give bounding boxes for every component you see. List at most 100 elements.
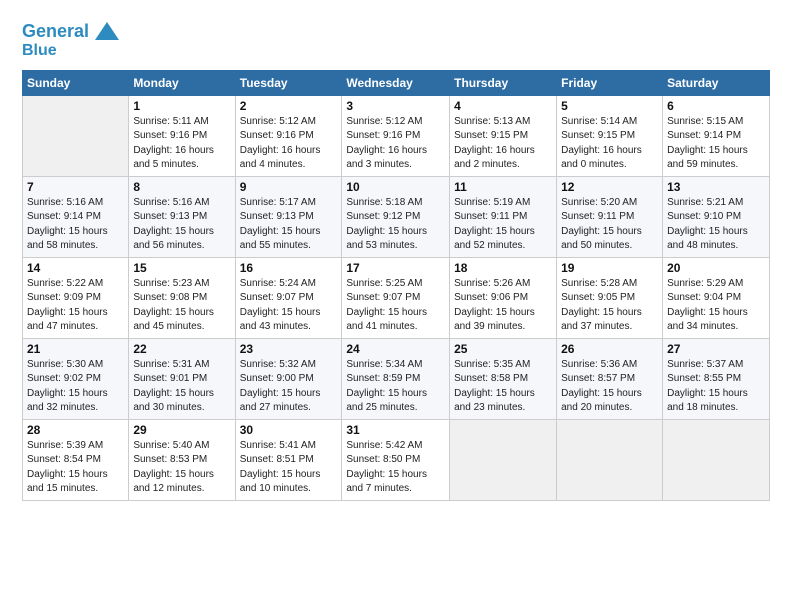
- calendar-cell: 30 Sunrise: 5:41 AMSunset: 8:51 PMDayligh…: [235, 419, 342, 500]
- day-number: 16: [240, 261, 338, 275]
- calendar-cell: 13 Sunrise: 5:21 AMSunset: 9:10 PMDayligh…: [663, 176, 770, 257]
- day-number: 13: [667, 180, 765, 194]
- calendar-cell: 5 Sunrise: 5:14 AMSunset: 9:15 PMDaylight…: [557, 95, 663, 176]
- day-info: Sunrise: 5:28 AMSunset: 9:05 PMDaylight:…: [561, 277, 658, 335]
- header-tuesday: Tuesday: [235, 70, 342, 95]
- calendar-cell: 19 Sunrise: 5:28 AMSunset: 9:05 PMDayligh…: [557, 257, 663, 338]
- calendar-cell: 21 Sunrise: 5:30 AMSunset: 9:02 PMDayligh…: [23, 338, 129, 419]
- day-info: Sunrise: 5:32 AMSunset: 9:00 PMDaylight:…: [240, 358, 338, 416]
- day-number: 5: [561, 99, 658, 113]
- day-info: Sunrise: 5:31 AMSunset: 9:01 PMDaylight:…: [133, 358, 230, 416]
- calendar-cell: 24 Sunrise: 5:34 AMSunset: 8:59 PMDayligh…: [342, 338, 450, 419]
- week-row-5: 28Sunrise: 5:39 AMSunset: 8:54 PMDayligh…: [23, 419, 770, 500]
- calendar-cell: 2 Sunrise: 5:12 AMSunset: 9:16 PMDaylight…: [235, 95, 342, 176]
- day-number: 27: [667, 342, 765, 356]
- day-info: Sunrise: 5:16 AMSunset: 9:14 PMDaylight:…: [27, 196, 124, 254]
- day-info: Sunrise: 5:13 AMSunset: 9:15 PMDaylight:…: [454, 115, 552, 173]
- calendar-table: Sunday Monday Tuesday Wednesday Thursday…: [22, 70, 770, 501]
- calendar-cell: 3Sunrise: 5:12 AMSunset: 9:16 PMDaylight…: [342, 95, 450, 176]
- calendar-cell: 10 Sunrise: 5:18 AMSunset: 9:12 PMDayligh…: [342, 176, 450, 257]
- day-number: 18: [454, 261, 552, 275]
- calendar-cell: 6 Sunrise: 5:15 AMSunset: 9:14 PMDaylight…: [663, 95, 770, 176]
- day-number: 26: [561, 342, 658, 356]
- calendar-cell: 18 Sunrise: 5:26 AMSunset: 9:06 PMDayligh…: [450, 257, 557, 338]
- calendar-cell: 22 Sunrise: 5:31 AMSunset: 9:01 PMDayligh…: [129, 338, 235, 419]
- logo-icon: [93, 18, 121, 46]
- day-info: Sunrise: 5:34 AMSunset: 8:59 PMDaylight:…: [346, 358, 445, 416]
- day-info: Sunrise: 5:14 AMSunset: 9:15 PMDaylight:…: [561, 115, 658, 173]
- calendar-cell: 8 Sunrise: 5:16 AMSunset: 9:13 PMDaylight…: [129, 176, 235, 257]
- day-info: Sunrise: 5:15 AMSunset: 9:14 PMDaylight:…: [667, 115, 765, 173]
- day-number: 20: [667, 261, 765, 275]
- calendar-cell: 17Sunrise: 5:25 AMSunset: 9:07 PMDayligh…: [342, 257, 450, 338]
- day-number: 6: [667, 99, 765, 113]
- header-saturday: Saturday: [663, 70, 770, 95]
- day-info: Sunrise: 5:19 AMSunset: 9:11 PMDaylight:…: [454, 196, 552, 254]
- calendar-cell: 31 Sunrise: 5:42 AMSunset: 8:50 PMDayligh…: [342, 419, 450, 500]
- day-info: Sunrise: 5:18 AMSunset: 9:12 PMDaylight:…: [346, 196, 445, 254]
- header-thursday: Thursday: [450, 70, 557, 95]
- day-number: 23: [240, 342, 338, 356]
- calendar-cell: 29Sunrise: 5:40 AMSunset: 8:53 PMDayligh…: [129, 419, 235, 500]
- header-sunday: Sunday: [23, 70, 129, 95]
- day-info: Sunrise: 5:11 AMSunset: 9:16 PMDaylight:…: [133, 115, 230, 173]
- day-number: 2: [240, 99, 338, 113]
- header-wednesday: Wednesday: [342, 70, 450, 95]
- calendar-cell: 23 Sunrise: 5:32 AMSunset: 9:00 PMDayligh…: [235, 338, 342, 419]
- calendar-cell: [450, 419, 557, 500]
- calendar-cell: [557, 419, 663, 500]
- day-number: 17: [346, 261, 445, 275]
- day-number: 21: [27, 342, 124, 356]
- day-info: Sunrise: 5:23 AMSunset: 9:08 PMDaylight:…: [133, 277, 230, 335]
- day-number: 30: [240, 423, 338, 437]
- day-number: 12: [561, 180, 658, 194]
- calendar-cell: 20 Sunrise: 5:29 AMSunset: 9:04 PMDayligh…: [663, 257, 770, 338]
- calendar-cell: 11 Sunrise: 5:19 AMSunset: 9:11 PMDayligh…: [450, 176, 557, 257]
- day-number: 15: [133, 261, 230, 275]
- calendar-cell: 27Sunrise: 5:37 AMSunset: 8:55 PMDayligh…: [663, 338, 770, 419]
- day-info: Sunrise: 5:21 AMSunset: 9:10 PMDaylight:…: [667, 196, 765, 254]
- weekday-header-row: Sunday Monday Tuesday Wednesday Thursday…: [23, 70, 770, 95]
- day-number: 28: [27, 423, 124, 437]
- week-row-4: 21 Sunrise: 5:30 AMSunset: 9:02 PMDayligh…: [23, 338, 770, 419]
- calendar-cell: 4Sunrise: 5:13 AMSunset: 9:15 PMDaylight…: [450, 95, 557, 176]
- calendar-cell: 15 Sunrise: 5:23 AMSunset: 9:08 PMDayligh…: [129, 257, 235, 338]
- calendar-cell: [663, 419, 770, 500]
- day-number: 7: [27, 180, 124, 194]
- day-info: Sunrise: 5:35 AMSunset: 8:58 PMDaylight:…: [454, 358, 552, 416]
- calendar-cell: 28Sunrise: 5:39 AMSunset: 8:54 PMDayligh…: [23, 419, 129, 500]
- day-info: Sunrise: 5:20 AMSunset: 9:11 PMDaylight:…: [561, 196, 658, 254]
- logo-text: General: [22, 22, 89, 42]
- day-info: Sunrise: 5:16 AMSunset: 9:13 PMDaylight:…: [133, 196, 230, 254]
- day-info: Sunrise: 5:12 AMSunset: 9:16 PMDaylight:…: [240, 115, 338, 173]
- day-info: Sunrise: 5:42 AMSunset: 8:50 PMDaylight:…: [346, 439, 445, 497]
- day-number: 24: [346, 342, 445, 356]
- day-number: 1: [133, 99, 230, 113]
- day-number: 9: [240, 180, 338, 194]
- day-info: Sunrise: 5:36 AMSunset: 8:57 PMDaylight:…: [561, 358, 658, 416]
- day-number: 11: [454, 180, 552, 194]
- day-info: Sunrise: 5:40 AMSunset: 8:53 PMDaylight:…: [133, 439, 230, 497]
- day-number: 10: [346, 180, 445, 194]
- day-number: 19: [561, 261, 658, 275]
- logo: General Blue: [22, 18, 121, 60]
- day-number: 31: [346, 423, 445, 437]
- week-row-1: 1 Sunrise: 5:11 AMSunset: 9:16 PMDaylight…: [23, 95, 770, 176]
- day-info: Sunrise: 5:29 AMSunset: 9:04 PMDaylight:…: [667, 277, 765, 335]
- week-row-3: 14Sunrise: 5:22 AMSunset: 9:09 PMDayligh…: [23, 257, 770, 338]
- calendar-cell: 9 Sunrise: 5:17 AMSunset: 9:13 PMDaylight…: [235, 176, 342, 257]
- calendar-cell: 26 Sunrise: 5:36 AMSunset: 8:57 PMDayligh…: [557, 338, 663, 419]
- calendar-cell: 25 Sunrise: 5:35 AMSunset: 8:58 PMDayligh…: [450, 338, 557, 419]
- header: General Blue: [22, 18, 770, 60]
- day-info: Sunrise: 5:26 AMSunset: 9:06 PMDaylight:…: [454, 277, 552, 335]
- calendar-cell: [23, 95, 129, 176]
- calendar-cell: 1 Sunrise: 5:11 AMSunset: 9:16 PMDaylight…: [129, 95, 235, 176]
- day-number: 8: [133, 180, 230, 194]
- day-info: Sunrise: 5:41 AMSunset: 8:51 PMDaylight:…: [240, 439, 338, 497]
- day-info: Sunrise: 5:30 AMSunset: 9:02 PMDaylight:…: [27, 358, 124, 416]
- day-info: Sunrise: 5:17 AMSunset: 9:13 PMDaylight:…: [240, 196, 338, 254]
- calendar-cell: 16 Sunrise: 5:24 AMSunset: 9:07 PMDayligh…: [235, 257, 342, 338]
- day-number: 25: [454, 342, 552, 356]
- day-info: Sunrise: 5:24 AMSunset: 9:07 PMDaylight:…: [240, 277, 338, 335]
- day-number: 22: [133, 342, 230, 356]
